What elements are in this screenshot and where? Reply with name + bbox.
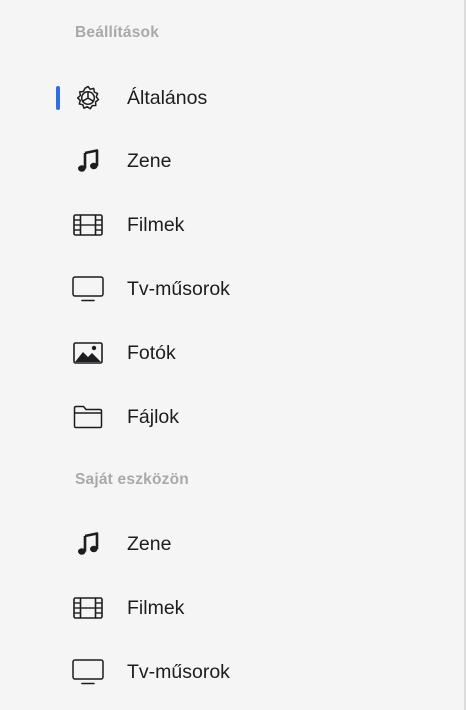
gear-icon [72, 84, 104, 112]
sidebar-item-device-music[interactable]: Zene [0, 516, 464, 572]
film-strip-icon [72, 594, 104, 622]
sidebar-item-device-tv-shows[interactable]: Tv-műsorok [0, 644, 464, 700]
folder-icon [72, 403, 104, 431]
sidebar-item-label: Fotók [127, 341, 176, 364]
photo-icon [72, 339, 104, 367]
sidebar-item-label: Zene [127, 532, 172, 555]
sidebar-item-photos[interactable]: Fotók [0, 325, 464, 381]
sidebar-item-device-movies[interactable]: Filmek [0, 580, 464, 636]
sidebar-item-label: Filmek [127, 596, 185, 619]
music-note-icon [72, 530, 104, 558]
sidebar-item-music[interactable]: Zene [0, 133, 464, 189]
section-header-on-device: Saját eszközön [75, 471, 189, 488]
sidebar-item-label: Filmek [127, 213, 185, 236]
sidebar: Beállítások Általános Zene Filmek Tv-műs… [0, 0, 466, 710]
sidebar-item-movies[interactable]: Filmek [0, 197, 464, 253]
tv-icon [72, 658, 104, 686]
sidebar-item-label: Tv-műsorok [127, 277, 230, 300]
music-note-icon [72, 147, 104, 175]
film-strip-icon [72, 211, 104, 239]
section-header-settings: Beállítások [75, 24, 160, 41]
sidebar-item-tv-shows[interactable]: Tv-műsorok [0, 261, 464, 317]
sidebar-item-files[interactable]: Fájlok [0, 389, 464, 445]
sidebar-item-general[interactable]: Általános [0, 70, 464, 126]
sidebar-item-label: Tv-műsorok [127, 660, 230, 683]
sidebar-item-label: Zene [127, 149, 172, 172]
tv-icon [72, 275, 104, 303]
sidebar-item-label: Fájlok [127, 405, 180, 428]
selection-indicator [56, 86, 60, 110]
sidebar-item-label: Általános [127, 86, 208, 109]
